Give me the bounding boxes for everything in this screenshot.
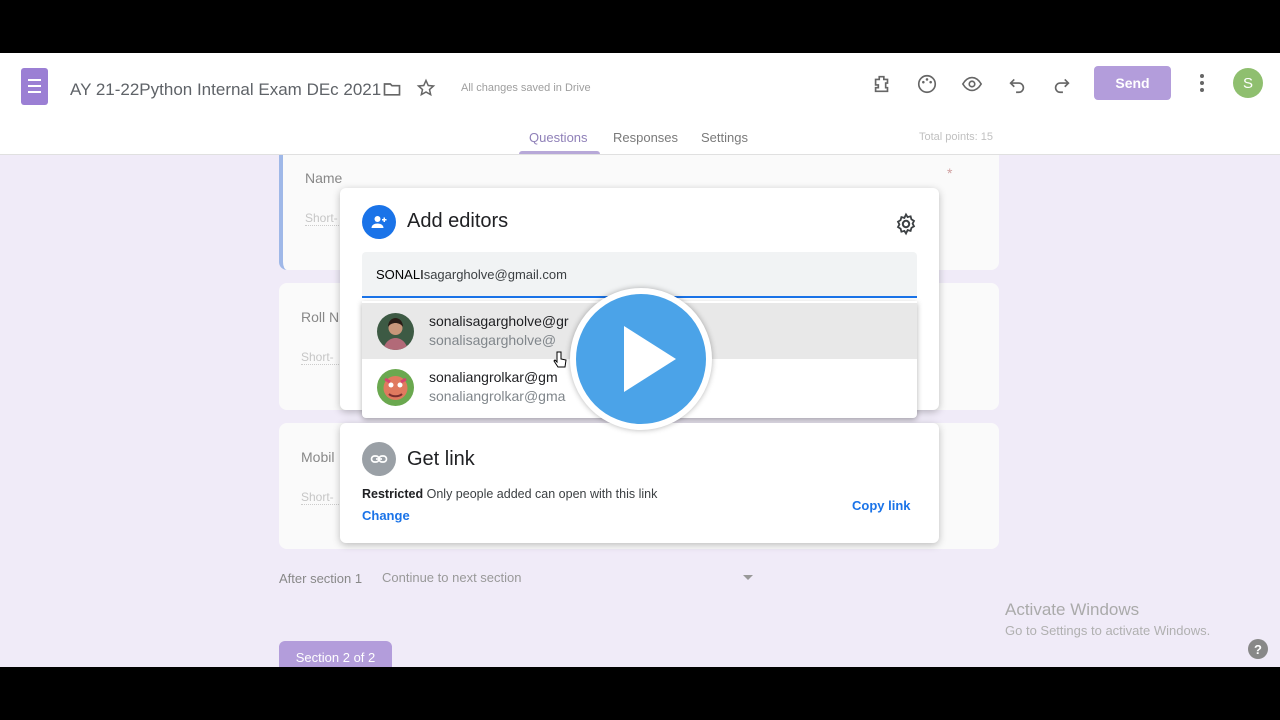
contact-avatar (377, 369, 414, 406)
video-frame: AY 21-22Python Internal Exam DEc 2021 Al… (0, 53, 1280, 667)
star-icon[interactable] (416, 78, 436, 98)
tab-settings[interactable]: Settings (701, 130, 748, 145)
help-icon[interactable]: ? (1248, 639, 1268, 659)
section-pill: Section 2 of 2 (279, 641, 392, 667)
autocomplete-text: sagargholve@gmail.com (423, 267, 567, 282)
typed-text: SONALI (376, 267, 424, 282)
copy-link-button[interactable]: Copy link (852, 498, 911, 513)
access-note: Only people added can open with this lin… (426, 487, 658, 501)
get-link-card: Get link Restricted Only people added ca… (340, 423, 939, 543)
active-tab-indicator (519, 151, 600, 154)
question-title: Name (305, 170, 343, 186)
short-answer-placeholder: Short- (305, 211, 345, 226)
undo-icon[interactable] (1006, 73, 1028, 95)
play-icon (624, 326, 676, 392)
total-points: Total points: 15 (919, 131, 993, 143)
hand-cursor-icon (553, 351, 567, 368)
change-access-link[interactable]: Change (362, 508, 410, 523)
suggestion-name: sonaliangrolkar@gm (429, 369, 558, 385)
video-play-button[interactable] (570, 288, 712, 430)
forms-logo-icon[interactable] (21, 68, 48, 105)
preview-eye-icon[interactable] (961, 73, 983, 95)
question-title: Roll N (301, 309, 340, 325)
required-asterisk: * (947, 165, 953, 181)
link-access-description: Restricted Only people added can open wi… (362, 487, 657, 501)
after-section-select[interactable]: Continue to next section (382, 570, 521, 585)
account-avatar[interactable]: S (1233, 68, 1263, 98)
suggestion-name: sonalisagargholve@gr (429, 313, 569, 329)
contact-avatar (377, 313, 414, 350)
more-vert-icon[interactable] (1196, 72, 1208, 94)
form-title[interactable]: AY 21-22Python Internal Exam DEc 2021 (70, 80, 381, 100)
after-section-label: After section 1 (279, 571, 363, 586)
person-add-icon (362, 205, 396, 239)
dropdown-caret-icon[interactable] (743, 575, 753, 580)
activate-windows-title: Activate Windows (1005, 600, 1140, 619)
short-answer-placeholder: Short- (301, 350, 341, 365)
addons-icon[interactable] (871, 73, 893, 95)
suggestion-email: sonalisagargholve@ (429, 332, 557, 348)
dialog-title: Add editors (407, 210, 509, 232)
short-answer-placeholder: Short- (301, 490, 341, 505)
save-status: All changes saved in Drive (461, 82, 591, 94)
redo-icon[interactable] (1051, 73, 1073, 95)
tab-responses[interactable]: Responses (613, 130, 678, 145)
get-link-title: Get link (407, 448, 475, 470)
tab-questions[interactable]: Questions (529, 130, 588, 145)
gear-icon[interactable] (894, 212, 918, 236)
top-bar: AY 21-22Python Internal Exam DEc 2021 Al… (0, 53, 1280, 155)
access-level: Restricted (362, 487, 424, 501)
send-button[interactable]: Send (1094, 66, 1171, 100)
link-icon (362, 442, 396, 476)
activate-windows-subtitle: Go to Settings to activate Windows. (1005, 623, 1211, 638)
suggestion-email: sonaliangrolkar@gma (429, 388, 566, 404)
folder-icon[interactable] (382, 79, 402, 99)
palette-icon[interactable] (916, 73, 938, 95)
question-title: Mobil (301, 449, 335, 465)
